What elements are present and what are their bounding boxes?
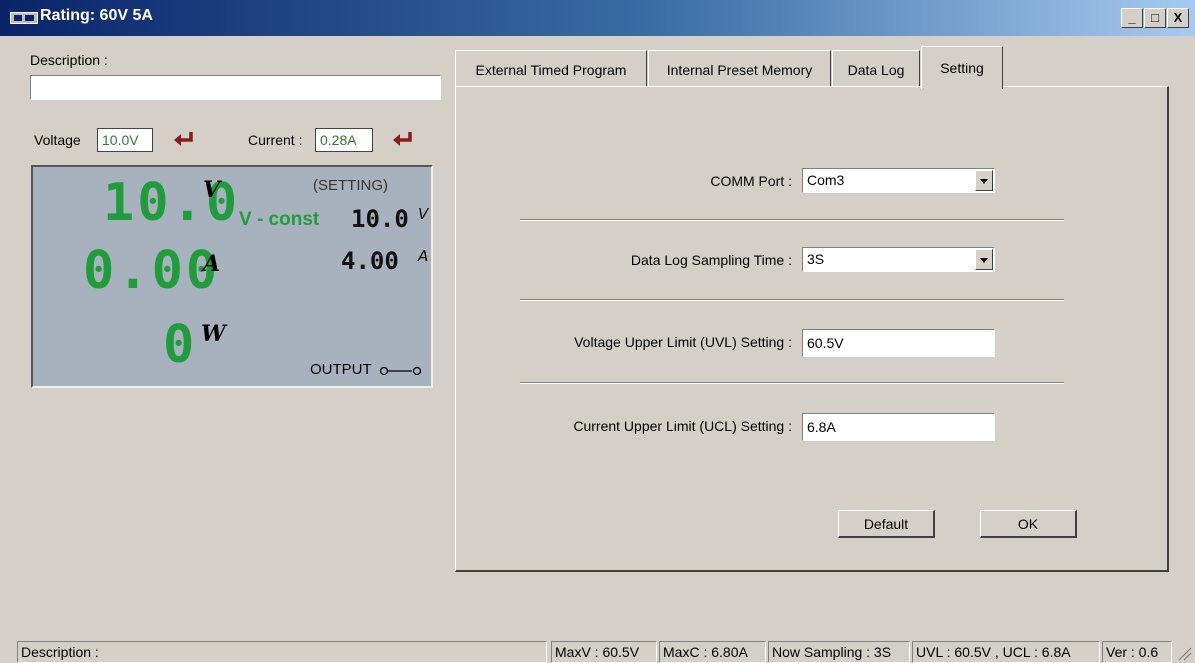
setting-label: (SETTING)	[313, 177, 388, 194]
comm-port-dropdown-icon[interactable]	[975, 170, 993, 191]
status-maxc: MaxC : 6.80A	[659, 641, 766, 663]
sampling-time-select[interactable]: 3S	[802, 247, 995, 272]
amp-reading: 0.00	[83, 241, 221, 301]
comm-port-label: COMM Port :	[710, 173, 792, 189]
output-label: OUTPUT	[310, 361, 372, 378]
sampling-time-dropdown-icon[interactable]	[975, 249, 993, 270]
voltage-enter-icon[interactable]	[173, 131, 195, 147]
divider	[520, 299, 1064, 301]
voltage-input[interactable]: 10.0V	[97, 128, 153, 152]
tab-external-timed-program[interactable]: External Timed Program	[455, 50, 647, 88]
uvl-input[interactable]: 60.5V	[802, 329, 995, 357]
current-label: Current :	[248, 132, 303, 148]
current-input[interactable]: 0.28A	[315, 128, 373, 152]
divider	[520, 382, 1064, 384]
tab-setting[interactable]: Setting	[921, 46, 1003, 89]
resize-grip-icon[interactable]	[1176, 645, 1192, 661]
sampling-time-value: 3S	[807, 251, 825, 267]
status-limits: UVL : 60.5V , UCL : 6.8A	[912, 641, 1100, 663]
close-button[interactable]: X	[1167, 8, 1189, 28]
voltage-label: Voltage	[34, 132, 81, 148]
status-maxv: MaxV : 60.5V	[551, 641, 657, 663]
maximize-button[interactable]: □	[1144, 8, 1166, 28]
minimize-button[interactable]: _	[1121, 8, 1143, 28]
lcd-display: 10.0 V 0.00 A 0 W (SETTING) V - const 10…	[31, 165, 433, 388]
default-button[interactable]: Default	[838, 510, 935, 538]
current-enter-icon[interactable]	[392, 131, 414, 147]
ok-button[interactable]: OK	[980, 510, 1077, 538]
app-icon	[10, 12, 38, 24]
set-volt-unit: V	[418, 205, 429, 223]
status-version: Ver : 0.6	[1102, 641, 1172, 663]
set-volt-reading: 10.0	[351, 205, 409, 233]
status-description: Description :	[17, 641, 547, 663]
watt-unit: W	[201, 321, 226, 347]
comm-port-value: Com3	[807, 172, 845, 188]
divider	[520, 219, 1064, 221]
tab-internal-preset-memory[interactable]: Internal Preset Memory	[648, 50, 831, 88]
sampling-time-label: Data Log Sampling Time :	[630, 252, 792, 268]
watt-reading: 0	[163, 315, 198, 375]
ucl-label: Current Upper Limit (UCL) Setting :	[573, 418, 792, 434]
uvl-label: Voltage Upper Limit (UVL) Setting :	[574, 334, 792, 350]
status-sampling: Now Sampling : 3S	[768, 641, 910, 663]
comm-port-select[interactable]: Com3	[802, 168, 995, 193]
set-amp-reading: 4.00	[341, 247, 399, 275]
ucl-input[interactable]: 6.8A	[802, 413, 995, 441]
output-switch-icon	[379, 366, 422, 376]
amp-unit: A	[203, 251, 221, 277]
tab-data-log[interactable]: Data Log	[832, 50, 920, 88]
window-title: Rating: 60V 5A	[40, 7, 153, 24]
mode-indicator: V - const	[239, 209, 320, 230]
description-label: Description :	[30, 52, 108, 68]
title-bar[interactable]	[0, 0, 1195, 36]
volt-unit: V	[203, 177, 221, 203]
description-input[interactable]	[30, 75, 441, 100]
set-amp-unit: A	[418, 247, 429, 265]
